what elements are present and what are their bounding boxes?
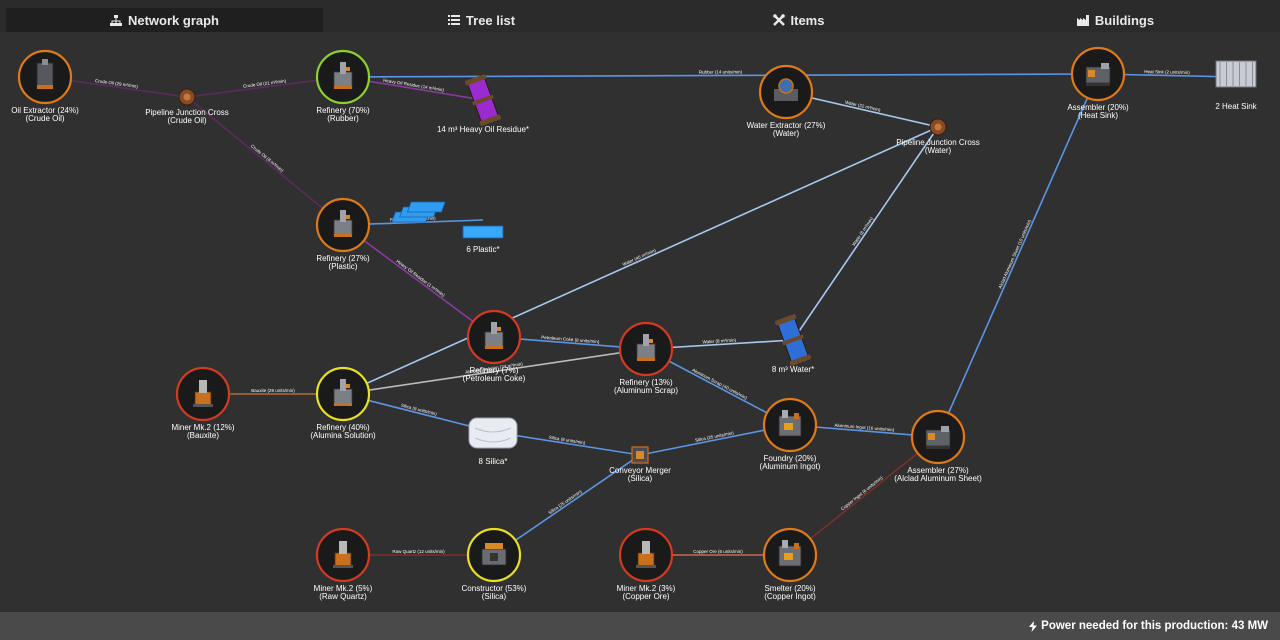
node-subtitle: (Bauxite) — [187, 431, 219, 440]
graph-node-foundry[interactable]: Foundry (20%)(Aluminum Ingot) — [760, 397, 821, 471]
edge-label: Copper Ingot (6 units/min) — [840, 475, 884, 512]
graph-node-water-item[interactable]: 8 m³ Water* — [772, 314, 814, 374]
node-subtitle: (Crude Oil) — [167, 116, 206, 125]
graph-node-heat-sink[interactable]: 2 Heat Sink — [1215, 60, 1258, 111]
plastic-icon — [391, 201, 504, 239]
power-label: Power needed for this production: — [1041, 620, 1229, 632]
edge-label: Copper Ore (6 units/min) — [693, 549, 743, 554]
edge-label: Water (40 m³/min) — [622, 247, 657, 267]
node-subtitle: (Water) — [773, 129, 800, 138]
graph-node-silica[interactable]: 8 Silica* — [468, 417, 518, 466]
graph-node-pj-water[interactable]: Pipeline Junction Cross(Water) — [896, 118, 980, 155]
graph-node-ref-scrap[interactable]: Refinery (13%)(Aluminum Scrap) — [614, 321, 678, 395]
edge-label: Water (8 m³/min) — [851, 216, 874, 247]
graph-node-pj-crude[interactable]: Pipeline Junction Cross(Crude Oil) — [145, 88, 229, 125]
tab-label: Network graph — [127, 12, 219, 28]
edge-label: Bauxite (29 units/min) — [251, 388, 295, 393]
node-title: 8 m³ Water* — [772, 365, 814, 374]
node-title: 8 Silica* — [479, 457, 508, 466]
heat-sink-icon — [1215, 60, 1257, 88]
app-window: Network graph Tree list Items Buildings … — [0, 0, 1280, 640]
bolt-icon — [1029, 620, 1038, 632]
node-subtitle: (Alumina Solution) — [310, 431, 376, 440]
pipeline-junction-icon — [178, 88, 196, 106]
edge-line — [342, 224, 495, 338]
sitemap-icon — [109, 14, 122, 26]
graph-node-water-ext[interactable]: Water Extractor (27%)(Water) — [747, 64, 826, 138]
node-subtitle: (Raw Quartz) — [319, 592, 367, 601]
graph-edge-ref-plastic-to-ref-coke[interactable]: Heavy Oil Residue (1 m³/min) — [342, 224, 495, 338]
graph-node-smelter[interactable]: Smelter (20%)(Copper Ingot) — [762, 527, 818, 601]
tab-tree-list[interactable]: Tree list — [323, 8, 640, 32]
graph-node-miner-quartz[interactable]: Miner Mk.2 (5%)(Raw Quartz) — [314, 527, 373, 601]
graph-node-ref-rubber[interactable]: Refinery (70%)(Rubber) — [315, 49, 371, 123]
edge-label: Heavy Oil Residue (1 m³/min) — [395, 259, 446, 298]
list-icon — [447, 15, 460, 25]
silica-icon — [468, 417, 518, 449]
graph-node-heavy-oil[interactable]: 14 m³ Heavy Oil Residue* — [437, 74, 529, 134]
oil-extractor-icon — [36, 59, 54, 90]
buildings-icon — [1076, 14, 1089, 26]
edge-label: Alclad Aluminum Sheet (10 units/min) — [997, 218, 1032, 289]
graph-node-ref-coke[interactable]: Refinery (7%)(Petroleum Coke) — [463, 309, 526, 383]
network-graph-svg[interactable]: Crude Oil (29 m³/min) Crude Oil (21 m³/mi… — [0, 32, 1280, 612]
node-subtitle: (Petroleum Coke) — [463, 374, 526, 383]
tab-label: Tree list — [465, 12, 516, 28]
node-subtitle: (Copper Ore) — [622, 592, 669, 601]
status-bar: Power needed for this production: 43 MW — [0, 612, 1280, 640]
node-subtitle: (Plastic) — [329, 262, 358, 271]
node-subtitle: (Silica) — [482, 592, 507, 601]
node-subtitle: (Rubber) — [327, 114, 359, 123]
node-subtitle: (Aluminum Scrap) — [614, 386, 678, 395]
heavy-oil-canister-icon — [465, 74, 501, 126]
edge-label: Aluminum Scrap (40 units/min) — [691, 367, 748, 400]
nodes-layer: Oil Extractor (24%)(Crude Oil) Pipeline J… — [11, 46, 1258, 601]
graph-edge-ref-rubber-to-asm-heatsink[interactable]: Rubber (14 units/min) — [342, 69, 1099, 78]
conveyor-merger-icon — [631, 446, 649, 464]
edge-label: Heat Sink (2 units/min) — [1144, 69, 1190, 75]
edge-label: Crude Oil (8 m³/min) — [250, 143, 285, 173]
graph-edge-asm-sheet-to-asm-heatsink[interactable]: Alclad Aluminum Sheet (10 units/min) — [937, 73, 1099, 438]
node-subtitle: (Copper Ingot) — [764, 592, 816, 601]
node-subtitle: (Heat Sink) — [1078, 111, 1118, 120]
node-title: 14 m³ Heavy Oil Residue* — [437, 125, 529, 134]
tab-label: Items — [790, 12, 825, 28]
graph-node-miner-bauxite[interactable]: Miner Mk.2 (12%)(Bauxite) — [171, 366, 235, 440]
node-subtitle: (Aluminum Ingot) — [760, 462, 821, 471]
edge-label: Raw Quartz (12 units/min) — [392, 549, 445, 554]
edge-line — [937, 73, 1099, 438]
graph-node-miner-copper[interactable]: Miner Mk.2 (3%)(Copper Ore) — [617, 527, 676, 601]
tab-network-graph[interactable]: Network graph — [6, 8, 323, 32]
graph-node-oil-extractor[interactable]: Oil Extractor (24%)(Crude Oil) — [11, 49, 79, 123]
edge-label: Rubber (14 units/min) — [699, 69, 743, 74]
graph-node-ref-plastic[interactable]: Refinery (27%)(Plastic) — [315, 197, 371, 271]
tools-icon — [772, 14, 785, 26]
node-title: 2 Heat Sink — [1215, 102, 1257, 111]
node-subtitle: (Silica) — [628, 474, 653, 483]
power-value: 43 MW — [1231, 620, 1268, 632]
graph-node-ref-alsol[interactable]: Refinery (40%)(Alumina Solution) — [310, 366, 376, 440]
node-subtitle: (Water) — [925, 146, 952, 155]
tab-label: Buildings — [1094, 12, 1155, 28]
constructor-icon — [481, 543, 507, 566]
node-title: 6 Plastic* — [466, 245, 499, 254]
node-subtitle: (Crude Oil) — [25, 114, 64, 123]
graph-node-plastic[interactable]: 6 Plastic* — [391, 201, 504, 254]
tab-items[interactable]: Items — [640, 8, 957, 32]
network-graph-canvas[interactable]: Crude Oil (29 m³/min) Crude Oil (21 m³/mi… — [0, 32, 1280, 612]
edge-label: Silica (25 units/min) — [547, 489, 583, 516]
tab-buildings[interactable]: Buildings — [957, 8, 1274, 32]
graph-node-asm-sheet[interactable]: Assembler (27%)(Alclad Aluminum Sheet) — [894, 409, 982, 483]
node-subtitle: (Alclad Aluminum Sheet) — [894, 474, 982, 483]
pipeline-junction-icon — [929, 118, 947, 136]
graph-node-asm-heatsink[interactable]: Assembler (20%)(Heat Sink) — [1067, 46, 1129, 120]
